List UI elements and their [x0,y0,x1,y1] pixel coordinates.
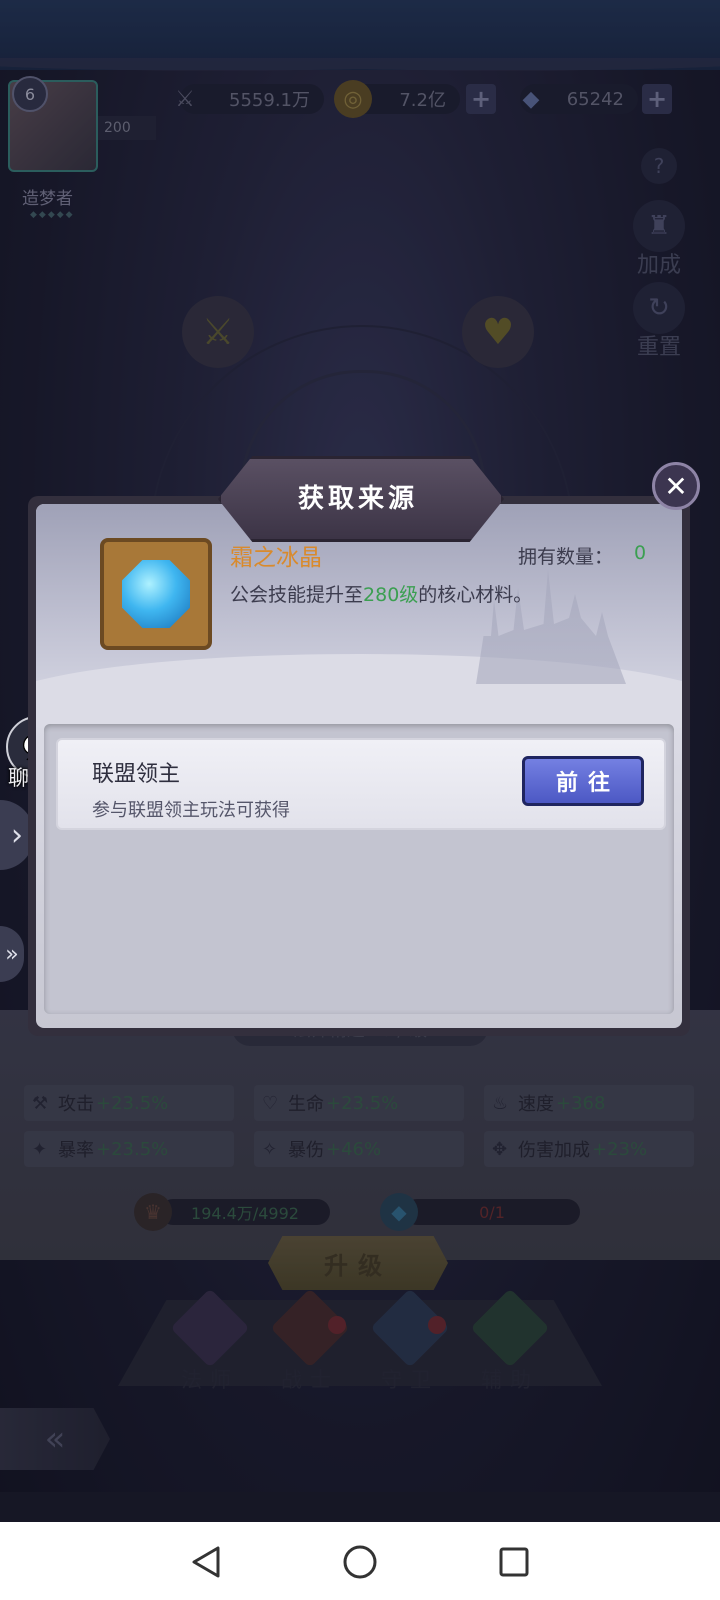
item-icon-frame [100,538,212,650]
recents-square-icon [499,1547,529,1577]
item-description: 公会技能提升至280级的核心材料。 [230,584,533,606]
nav-recents-button[interactable] [494,1542,534,1582]
home-circle-icon [343,1545,377,1579]
dialog-title: 获取来源 [297,483,418,514]
close-button[interactable]: ✕ [652,462,700,510]
nav-home-button[interactable] [340,1542,380,1582]
source-dialog: 霜之冰晶 拥有数量： 0 公会技能提升至280级的核心材料。 联盟领主 参与联盟… [28,456,700,1036]
nav-back-button[interactable] [186,1542,226,1582]
frost-crystal-icon [122,560,190,628]
owned-label: 拥有数量： [518,546,614,568]
source-name: 联盟领主 [92,762,181,787]
goto-button[interactable]: 前往 [522,756,644,806]
back-triangle-icon [192,1546,220,1578]
item-name: 霜之冰晶 [230,545,322,571]
owned-count: 0 [634,542,647,564]
source-description: 参与联盟领主玩法可获得 [92,800,290,821]
game-screen: 6 200 造梦者 ◆◆◆◆◆ 5559.1万 ⚔ 7.2亿 ◎ + 65242… [0,0,720,1522]
dialog-body: 霜之冰晶 拥有数量： 0 公会技能提升至280级的核心材料。 联盟领主 参与联盟… [36,504,682,1028]
